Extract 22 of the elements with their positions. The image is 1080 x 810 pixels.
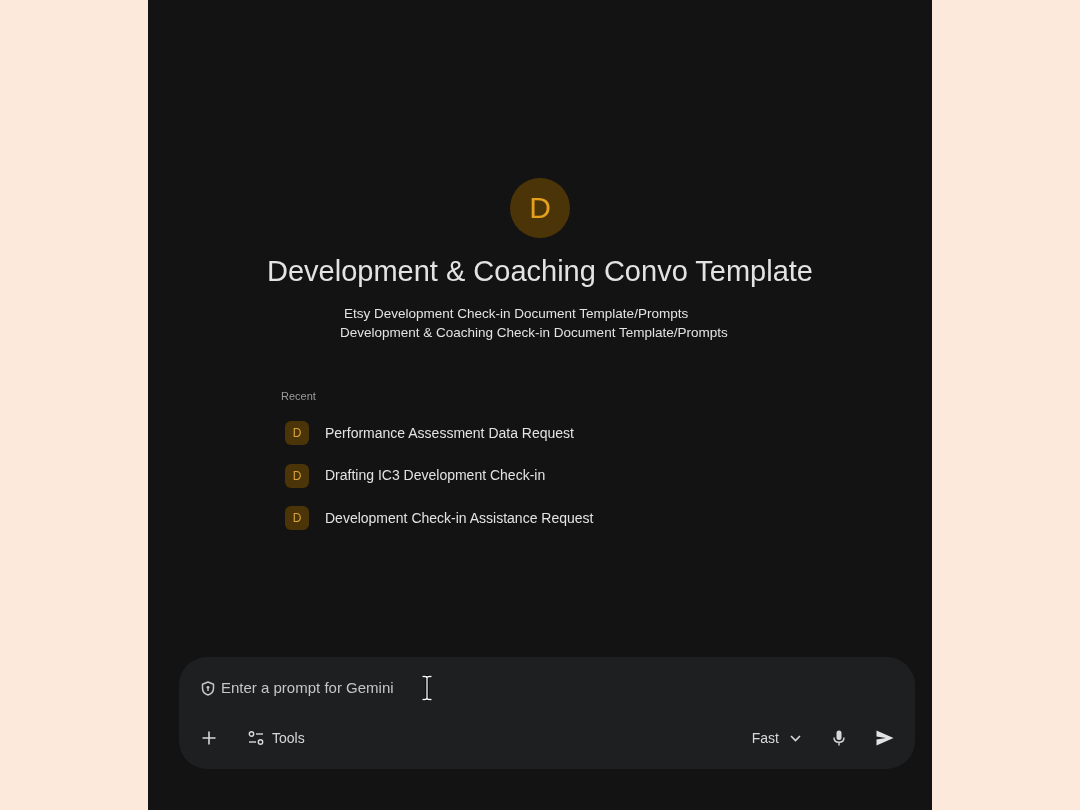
- assistant-title: Development & Coaching Convo Template: [267, 254, 813, 289]
- tools-button[interactable]: Tools: [236, 718, 317, 758]
- shield-icon: [201, 680, 215, 696]
- assistant-description-line: Etsy Development Check-in Document Template/Prompts: [344, 305, 689, 323]
- chat-avatar: D: [285, 463, 309, 488]
- recent-chat-item[interactable]: D Drafting IC3 Development Check-in: [281, 454, 554, 497]
- text-cursor-icon: [421, 675, 433, 701]
- recent-chat-item[interactable]: D Development Check-in Assistance Request: [281, 497, 602, 540]
- assistant-avatar: D: [510, 178, 570, 238]
- prompt-input[interactable]: Enter a prompt for Gemini: [221, 676, 411, 700]
- chat-avatar: D: [285, 506, 309, 531]
- sliders-icon: [248, 730, 264, 746]
- microphone-icon: [833, 730, 845, 746]
- plus-icon: [202, 731, 216, 745]
- recent-heading: Recent: [281, 389, 316, 404]
- prompt-box[interactable]: Enter a prompt for Gemini Tools Fast: [179, 657, 915, 769]
- chat-avatar: D: [285, 421, 309, 446]
- assistant-description-line: Development & Coaching Check-in Document Template/Prompts: [340, 324, 728, 342]
- send-icon: [876, 730, 894, 746]
- chevron-down-icon: [790, 734, 801, 742]
- mode-dropdown[interactable]: Fast: [739, 718, 813, 758]
- recent-chat-item[interactable]: D Performance Assessment Data Request: [281, 412, 582, 455]
